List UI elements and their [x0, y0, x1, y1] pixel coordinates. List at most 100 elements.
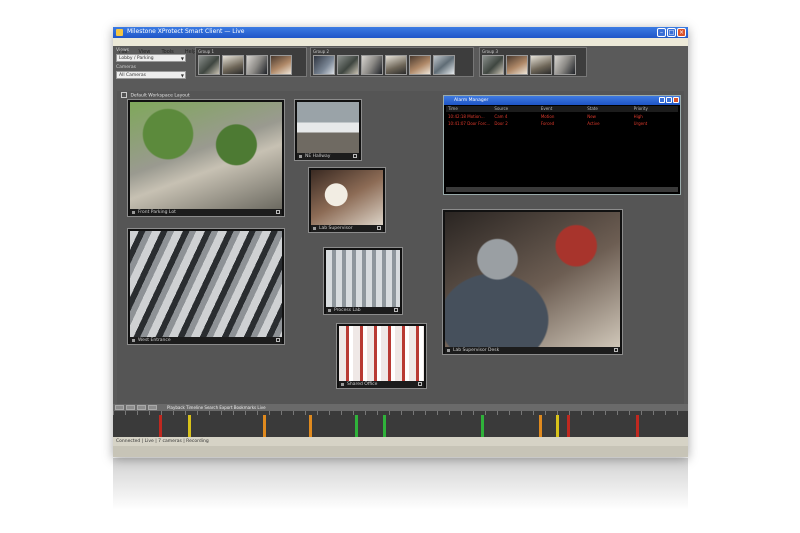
timeline-event-marker[interactable]	[355, 415, 358, 437]
camera-feed	[311, 170, 383, 225]
strip-label: Group 3	[482, 49, 498, 54]
chevron-down-icon: ▼	[180, 56, 184, 61]
camera-select[interactable]: All Cameras ▼	[116, 71, 186, 79]
camera-tile[interactable]: Shared Office	[336, 323, 427, 389]
column-header[interactable]: State	[585, 106, 631, 112]
workspace-header: Default Workspace Layout	[121, 92, 190, 99]
table-cell: New	[587, 114, 596, 119]
workspace-checkbox[interactable]	[121, 92, 127, 98]
camera-thumbnail[interactable]	[222, 55, 244, 75]
window-reflection	[113, 458, 688, 510]
maximize-icon[interactable]	[377, 226, 381, 230]
bottom-panel	[113, 446, 688, 457]
status-icon	[132, 339, 135, 342]
close-button[interactable]	[673, 97, 679, 103]
status-icon	[132, 211, 135, 214]
pause-button[interactable]	[126, 405, 135, 410]
menu-bar: File View Tools Help	[113, 38, 688, 55]
title-bar: Milestone XProtect Smart Client — Live –…	[113, 27, 688, 38]
camera-tile[interactable]: NE Hallway	[294, 99, 362, 161]
maximize-icon[interactable]	[394, 308, 398, 312]
timeline-event-marker[interactable]	[383, 415, 386, 437]
timeline-event-marker[interactable]	[636, 415, 639, 437]
status-icon	[299, 155, 302, 158]
alarm-panel-title: Alarm Manager	[454, 98, 489, 103]
step-button[interactable]	[148, 405, 157, 410]
table-cell: Cam 4	[494, 114, 508, 119]
event-timeline[interactable]	[113, 411, 688, 437]
workspace-label: Default Workspace Layout	[130, 93, 190, 99]
camera-thumbnail[interactable]	[385, 55, 407, 75]
thumbnail-list	[482, 55, 576, 75]
camera-thumbnail[interactable]	[198, 55, 220, 75]
timeline-event-marker[interactable]	[159, 415, 162, 437]
camera-tile[interactable]: Lab Supervisor	[308, 167, 386, 233]
table-cell: Forced	[540, 121, 555, 126]
camera-tile[interactable]: Front Parking Lot	[127, 99, 285, 217]
close-button[interactable]: ×	[677, 28, 686, 37]
maximize-icon[interactable]	[276, 338, 280, 342]
camera-thumbnail[interactable]	[246, 55, 268, 75]
table-row[interactable]: 10:41:07 Door Forc... Door 2 Forced Acti…	[446, 121, 678, 127]
camera-thumbnail[interactable]	[433, 55, 455, 75]
camera-thumbnail[interactable]	[313, 55, 335, 75]
timeline-event-marker[interactable]	[539, 415, 542, 437]
timeline-event-marker[interactable]	[556, 415, 559, 437]
column-header[interactable]: Event	[539, 106, 585, 112]
camera-thumbnail[interactable]	[337, 55, 359, 75]
camera-caption-bar: West Entrance	[130, 337, 282, 344]
view-select-value: Lobby / Parking	[119, 56, 154, 61]
alarm-panel[interactable]: Alarm Manager Time Source Event State Pr…	[443, 95, 681, 195]
maximize-button[interactable]: □	[667, 28, 676, 37]
column-header[interactable]: Time	[446, 106, 492, 112]
maximize-icon[interactable]	[276, 210, 280, 214]
camera-thumbnail[interactable]	[270, 55, 292, 75]
camera-tile[interactable]: Process Lab	[323, 247, 403, 315]
maximize-icon[interactable]	[353, 154, 357, 158]
table-row[interactable]: 10:42:18 Motion... Cam 4 Motion New High	[446, 114, 678, 120]
play-button[interactable]	[115, 405, 124, 410]
camera-tile[interactable]: Lab Supervisor Desk	[442, 209, 623, 355]
table-cell: 10:42:18 Motion...	[448, 114, 485, 119]
camera-tile[interactable]: West Entrance	[127, 228, 285, 345]
table-cell: High	[633, 114, 643, 119]
camera-feed	[130, 102, 282, 209]
alarm-panel-scrollbar[interactable]	[446, 187, 678, 192]
timeline-event-marker[interactable]	[481, 415, 484, 437]
timeline-event-marker[interactable]	[263, 415, 266, 437]
minimize-button[interactable]	[659, 97, 665, 103]
view-select[interactable]: Lobby / Parking ▼	[116, 54, 186, 62]
camera-thumbnail[interactable]	[482, 55, 504, 75]
camera-caption-bar: Lab Supervisor	[311, 225, 383, 232]
minimize-button[interactable]: –	[657, 28, 666, 37]
camera-thumbnail[interactable]	[409, 55, 431, 75]
camera-caption: Front Parking Lot	[138, 210, 176, 215]
alarm-panel-title-bar: Alarm Manager	[444, 96, 680, 105]
camera-caption-bar: NE Hallway	[297, 153, 359, 160]
timeline-event-marker[interactable]	[309, 415, 312, 437]
camera-thumbnail[interactable]	[506, 55, 528, 75]
camera-feed	[445, 212, 620, 347]
column-header[interactable]: Source	[492, 106, 538, 112]
column-header[interactable]: Priority	[632, 106, 678, 112]
app-icon	[116, 29, 123, 36]
maximize-icon[interactable]	[418, 382, 422, 386]
table-cell: Urgent	[633, 121, 648, 126]
camera-thumbnail[interactable]	[530, 55, 552, 75]
timeline-toolbar: Playback Timeline Search Export Bookmark…	[113, 404, 688, 411]
camera-thumbnail[interactable]	[361, 55, 383, 75]
maximize-button[interactable]	[666, 97, 672, 103]
timeline-toolbar-text: Playback Timeline Search Export Bookmark…	[167, 405, 266, 410]
strip-label: Group 1	[198, 49, 214, 54]
timeline-event-marker[interactable]	[188, 415, 191, 437]
thumbnail-strip-2: Group 2	[310, 47, 474, 77]
camera-thumbnail[interactable]	[554, 55, 576, 75]
table-cell: 10:41:07 Door Forc...	[448, 121, 491, 126]
alarm-table-header: Time Source Event State Priority	[446, 106, 678, 112]
thumbnail-list	[198, 55, 292, 75]
stop-button[interactable]	[137, 405, 146, 410]
maximize-icon[interactable]	[614, 348, 618, 352]
status-icon	[328, 309, 331, 312]
timeline-event-marker[interactable]	[567, 415, 570, 437]
camera-caption: West Entrance	[138, 338, 171, 343]
